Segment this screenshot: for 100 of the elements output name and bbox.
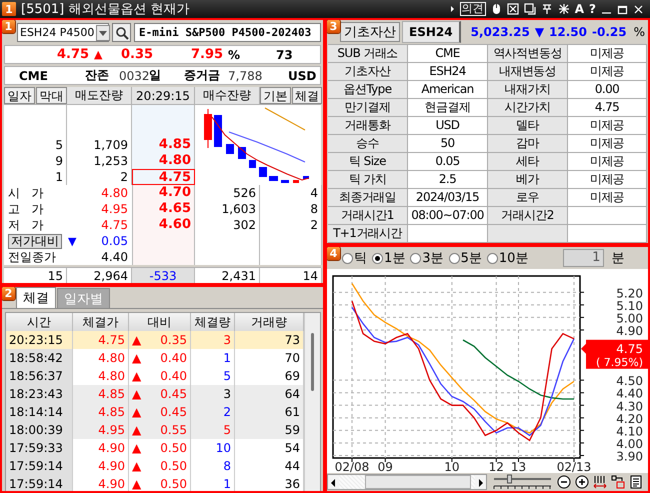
y-tick-label: 4.00 [616,436,643,451]
view-button[interactable]: 체결 [292,87,322,104]
field-label: 거래시간2 [488,207,568,225]
trade-volume: 73 [276,48,293,62]
panel-badge: 3 [327,20,340,33]
bid-price: 4.60 [132,217,195,233]
interval-radio[interactable]: 5분 [448,249,482,267]
field-label: 내재가치 [488,81,568,99]
ask-price: 4.75 [132,169,195,185]
interval-radio[interactable]: 10분 [486,249,528,267]
y-tick-label: 4.40 [616,386,643,401]
help-button[interactable]: ? [589,2,596,16]
table-cell: 526 [195,185,260,201]
table-cell: 18:58:42 [6,349,73,367]
current-price-label: 4.75 [616,342,643,356]
change-arrow: ▼ [68,234,76,248]
field-value: 미제공 [568,171,647,189]
field-value: 미제공 [568,189,647,207]
field-label: 틱 가치 [328,171,408,189]
font-button[interactable]: A [574,2,584,16]
field-label: SUB 거래소 [328,45,408,63]
column-header: 매도잔량 [67,87,132,104]
interval-count-field[interactable]: 1 [563,249,604,267]
y-tick-label: 3.90 [616,450,643,464]
view-button[interactable]: 막대 [36,87,67,104]
stat-label: 시 가 [8,184,44,202]
column-header: 체결량 [191,313,235,331]
percent-sign: % [634,24,646,38]
pin-icon[interactable] [540,3,553,15]
ask-price: 4.85 [132,137,195,153]
field-label: 베가 [488,171,568,189]
table-cell: 4.85 [73,385,129,403]
underlying-button[interactable]: 기초자산 [340,22,400,42]
mouse-icon[interactable] [490,3,502,15]
table-cell: 8 [260,201,322,217]
up-arrow: ▲ [132,386,142,403]
column-header: 거래량 [235,313,304,331]
field-label: 틱 Size [328,153,408,171]
search-button[interactable] [112,23,131,42]
close-icon[interactable] [633,4,644,14]
stat-label: 고 가 [8,200,44,218]
low-compare-button[interactable]: 저가대비 [8,234,62,248]
table-cell: 1 [4,169,67,185]
slider-thumb[interactable] [507,474,512,484]
maximize-icon[interactable] [617,4,628,14]
field-label: 감마 [488,135,568,153]
table-cell: 18:56:37 [6,367,73,385]
layout-icon[interactable] [611,475,625,489]
remaining-label: 잔존 [85,67,110,84]
window-icon[interactable] [524,3,536,15]
zoom-slider[interactable] [493,474,553,490]
field-label: 거래통화 [328,117,408,135]
panel-badge: 1 [2,20,15,33]
current-price: 4.75 [57,47,90,62]
interval-radio[interactable]: 틱 [342,249,367,267]
symbol-combo[interactable]: ESH24 P4500 [17,23,109,42]
y-tick-label: 4.30 [616,399,643,414]
zoom-in-icon[interactable] [575,475,589,489]
up-arrow: ▲ [132,368,142,385]
exchange-label: CME [19,68,49,82]
triangle-icon[interactable] [450,5,455,13]
tab[interactable]: 체결 [16,287,56,308]
horizontal-scrollbar[interactable] [327,474,487,490]
scrollbar[interactable] [304,313,320,491]
table-cell: 18:23:43 [6,385,73,403]
field-label: T+1거래시간 [328,225,408,243]
table-cell: 20:23:15 [6,331,73,349]
boxed-x-icon[interactable] [506,3,519,15]
field-label: 만기결제 [328,99,408,117]
interval-unit: 분 [611,250,624,267]
total-cell: -533 [132,268,195,283]
y-tick-label: 4.50 [616,374,643,388]
opinion-button[interactable]: 의견 [460,2,486,16]
interval-radio[interactable]: 1분 [372,249,406,267]
interval-radio[interactable]: 3분 [410,249,444,267]
underlying-symbol: ESH24 [402,20,461,42]
day-unit: 일 [149,67,162,84]
window-badge: 1 [2,2,16,16]
stat-value: 4.40 [101,250,128,264]
asterisk-icon[interactable] [558,3,570,15]
field-value: 미제공 [568,153,647,171]
field-value: 미제공 [568,63,647,81]
table-cell: 17:59:14 [6,475,73,491]
table-cell: 5 [4,137,67,153]
instrument-name-field: E-mini S&P500 P4500-202403 [134,23,321,42]
view-button[interactable]: 기본 [260,87,290,104]
zoom-out-icon[interactable] [557,475,571,489]
price-change: 0.35 [121,47,154,62]
table-cell: 4 [260,185,322,201]
bid-price: 4.65 [132,201,195,217]
table-cell: 17:59:33 [6,439,73,457]
table-cell: 4.75 [73,331,129,349]
document-icon[interactable] [629,475,643,489]
window-title: [5501] 해외선물옵션 현재가 [21,1,190,18]
stat-label: 전일종가 [8,248,56,266]
view-button[interactable]: 일자 [4,87,35,104]
field-value: 0.00 [568,81,647,99]
bars-arrows-icon[interactable] [593,475,607,489]
field-label: 최종거래일 [328,189,408,207]
change-value: 0.40 [160,368,187,385]
